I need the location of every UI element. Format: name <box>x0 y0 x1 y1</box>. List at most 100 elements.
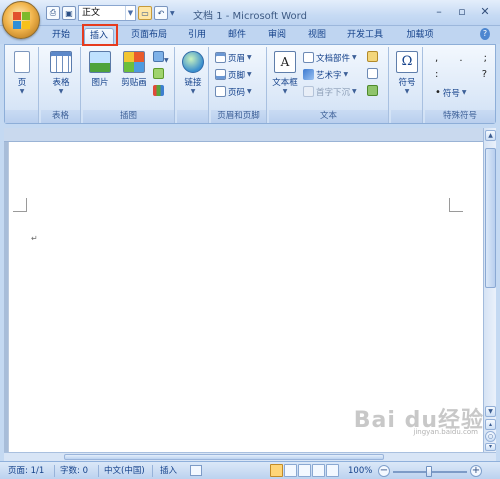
zoom-level[interactable]: 100% <box>348 465 372 477</box>
tab-add-ins[interactable]: 加载项 <box>398 28 442 44</box>
group-pages: 页 ▼ <box>5 47 39 123</box>
dropcap-label: 首字下沉 <box>316 87 351 98</box>
office-button[interactable] <box>2 1 40 39</box>
scroll-down-icon[interactable]: ▼ <box>485 406 496 417</box>
status-divider <box>54 465 55 477</box>
mark-semicolon[interactable]: ; <box>484 53 487 64</box>
clipart-icon <box>123 51 145 73</box>
status-language[interactable]: 中文(中国) <box>104 465 145 477</box>
zoom-in-icon[interactable]: + <box>470 465 482 477</box>
symbol-button-label: 符号 <box>398 78 416 88</box>
tab-developer[interactable]: 开发工具 <box>340 28 390 44</box>
page-number-button[interactable]: 页码 ▼ <box>215 84 252 99</box>
mark-question[interactable]: ? <box>482 69 487 80</box>
maximize-icon[interactable]: ▫ <box>451 3 473 19</box>
macro-record-icon[interactable] <box>190 465 202 476</box>
chevron-down-icon: ▼ <box>404 88 410 95</box>
clipart-button-label: 剪贴画 <box>121 78 147 88</box>
web-layout-icon[interactable] <box>298 464 311 477</box>
object-icon[interactable] <box>367 85 378 99</box>
scroll-thumb[interactable] <box>485 148 496 288</box>
group-illustrations: 图片 剪贴画 ▼ 插图 <box>83 47 175 123</box>
chart-icon[interactable] <box>153 85 164 99</box>
tab-home[interactable]: 开始 <box>44 28 78 44</box>
office-logo-icon <box>13 12 31 30</box>
status-insert-mode[interactable]: 插入 <box>160 465 177 477</box>
help-icon[interactable]: ? <box>480 28 490 40</box>
quick-parts-button[interactable]: 文档部件 ▼ <box>303 50 357 65</box>
tab-page-layout[interactable]: 页面布局 <box>124 28 174 44</box>
insert-tab-highlight <box>82 24 118 46</box>
header-icon <box>215 52 226 63</box>
shapes-icon[interactable]: ▼ <box>153 51 169 65</box>
zoom-out-icon[interactable]: − <box>378 465 390 477</box>
scroll-up-icon[interactable]: ▲ <box>485 130 496 141</box>
outline-icon[interactable] <box>312 464 325 477</box>
signature-line-icon[interactable] <box>367 51 378 65</box>
quick-parts-icon <box>303 52 314 63</box>
smartart-icon[interactable] <box>153 68 164 82</box>
dropcap-icon <box>303 86 314 97</box>
page-button[interactable]: 页 ▼ <box>7 49 37 97</box>
symbol-button[interactable]: Ω 符号 ▼ <box>392 49 422 97</box>
title-bar: ⎙ ▣ 正文 ▼ ▭ ↶ ▼ 文档 1 - Microsoft Word – ▫… <box>0 0 500 39</box>
tab-references[interactable]: 引用 <box>182 28 212 44</box>
mark-comma[interactable]: , <box>435 53 438 64</box>
tab-review[interactable]: 审阅 <box>262 28 292 44</box>
status-divider <box>98 465 99 477</box>
zoom-slider-thumb[interactable] <box>426 466 432 477</box>
group-special-symbols: , . ; : ? • 符号 ▼ 特殊符号 <box>425 47 495 123</box>
date-time-icon[interactable] <box>367 68 378 82</box>
horizontal-scrollbar[interactable] <box>4 452 496 461</box>
tab-mailings[interactable]: 邮件 <box>222 28 252 44</box>
mark-colon[interactable]: : <box>435 69 438 80</box>
textbox-button[interactable]: A 文本框 ▼ <box>270 49 300 97</box>
paragraph-mark-icon: ↵ <box>31 234 38 243</box>
horizontal-scroll-thumb[interactable] <box>64 454 384 460</box>
group-symbols-label <box>391 110 422 123</box>
picture-button[interactable]: 图片 <box>85 49 115 97</box>
group-illustrations-label: 插图 <box>83 110 174 123</box>
full-screen-reading-icon[interactable] <box>284 464 297 477</box>
baidu-watermark-url: jingyan.baidu.com <box>413 428 478 436</box>
ruler <box>4 128 483 142</box>
special-symbol-button[interactable]: • 符号 ▼ <box>435 85 467 100</box>
minimize-icon[interactable]: – <box>428 3 450 19</box>
tab-view[interactable]: 视图 <box>302 28 332 44</box>
table-icon <box>50 51 72 73</box>
bullet-icon: • <box>435 87 441 98</box>
special-marks-row-2: : ? <box>435 69 487 80</box>
window-controls: – ▫ ✕ <box>428 3 496 19</box>
page-number-button-label: 页码 <box>228 87 246 98</box>
wordart-button[interactable]: 艺术字 ▼ <box>303 67 348 82</box>
chevron-down-icon: ▼ <box>19 88 25 95</box>
status-divider <box>152 465 153 477</box>
next-page-icon[interactable]: ▾ <box>485 443 496 451</box>
close-icon[interactable]: ✕ <box>474 3 496 19</box>
table-button-label: 表格 <box>52 78 70 88</box>
previous-page-icon[interactable]: ▴ <box>485 419 496 430</box>
vertical-scrollbar[interactable]: ▲ ▼ ▴ ○ ▾ <box>483 128 496 452</box>
print-layout-icon[interactable] <box>270 464 283 477</box>
page-icon <box>14 51 30 73</box>
links-button[interactable]: 链接 ▼ <box>178 49 208 97</box>
status-words[interactable]: 字数: 0 <box>60 465 88 477</box>
picture-icon <box>89 51 111 73</box>
header-button-label: 页眉 <box>228 53 246 64</box>
omega-icon: Ω <box>396 51 418 73</box>
mark-period[interactable]: . <box>459 53 462 64</box>
footer-button[interactable]: 页脚 ▼ <box>215 67 252 82</box>
chevron-down-icon: ▼ <box>282 88 288 95</box>
chevron-down-icon: ▼ <box>58 88 64 95</box>
status-page[interactable]: 页面: 1/1 <box>8 465 44 477</box>
draft-icon[interactable] <box>326 464 339 477</box>
browse-object-icon[interactable]: ○ <box>485 431 496 442</box>
ribbon: 页 ▼ 表格 ▼ 表格 图片 剪贴画 ▼ 插图 链接 ▼ 页眉 ▼ 页脚 ▼ 页… <box>4 44 496 124</box>
clipart-button[interactable]: 剪贴画 <box>117 49 151 97</box>
ribbon-tabs: 开始 插入 页面布局 引用 邮件 审阅 视图 开发工具 加载项 ? <box>0 26 500 44</box>
table-button[interactable]: 表格 ▼ <box>46 49 76 97</box>
chevron-down-icon: ▼ <box>190 88 196 95</box>
dropcap-button[interactable]: 首字下沉 ▼ <box>303 84 357 99</box>
group-pages-label <box>5 110 38 123</box>
header-button[interactable]: 页眉 ▼ <box>215 50 252 65</box>
